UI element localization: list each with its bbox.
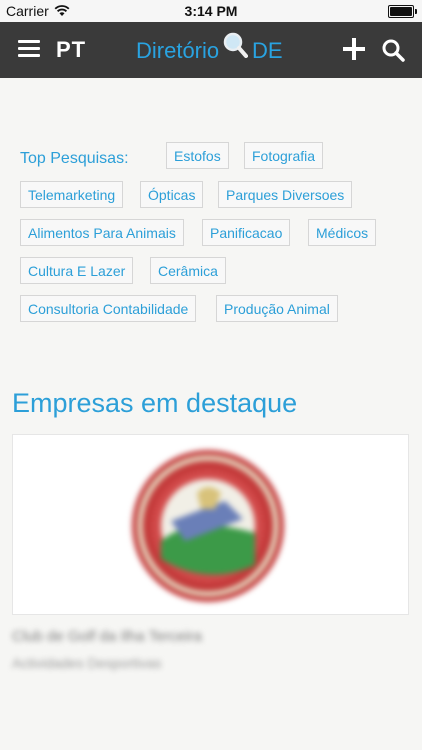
logo[interactable]: Diretório DE bbox=[136, 32, 286, 68]
navbar: PT Diretório DE bbox=[0, 22, 422, 78]
search-chip[interactable]: Cerâmica bbox=[150, 257, 226, 284]
company-category: Actividades Desportivas bbox=[12, 655, 162, 671]
search-icon[interactable] bbox=[381, 38, 405, 62]
status-time: 3:14 PM bbox=[184, 3, 238, 19]
top-searches-label: Top Pesquisas: bbox=[20, 150, 129, 167]
company-emblem-image bbox=[132, 450, 284, 602]
status-bar: Carrier 3:14 PM bbox=[0, 0, 422, 22]
search-chip[interactable]: Panificacao bbox=[202, 219, 291, 246]
search-chip[interactable]: Fotografia bbox=[244, 142, 324, 169]
search-chip[interactable]: Ópticas bbox=[140, 181, 204, 208]
plus-icon[interactable] bbox=[343, 38, 365, 60]
company-name[interactable]: Club de Golf da Ilha Terceira bbox=[12, 628, 202, 645]
search-chip[interactable]: Parques Diversoes bbox=[218, 181, 353, 208]
search-chip[interactable]: Produção Animal bbox=[216, 295, 338, 322]
search-chip[interactable]: Telemarketing bbox=[20, 181, 124, 208]
menu-icon[interactable] bbox=[18, 40, 40, 58]
logo-text-right: DE bbox=[252, 38, 283, 63]
language-selector[interactable]: PT bbox=[56, 37, 86, 63]
featured-company-card[interactable] bbox=[12, 434, 409, 615]
battery-icon bbox=[388, 5, 417, 18]
search-chip[interactable]: Consultoria Contabilidade bbox=[20, 295, 197, 322]
featured-title: Empresas em destaque bbox=[12, 388, 298, 418]
search-chip[interactable]: Médicos bbox=[308, 219, 377, 246]
logo-text-left: Diretório bbox=[136, 38, 220, 63]
search-chip[interactable]: Alimentos Para Animais bbox=[20, 219, 184, 246]
search-chip[interactable]: Cultura E Lazer bbox=[20, 257, 134, 284]
magnifier-logo-icon bbox=[223, 32, 248, 58]
search-chip[interactable]: Estofos bbox=[166, 142, 229, 169]
